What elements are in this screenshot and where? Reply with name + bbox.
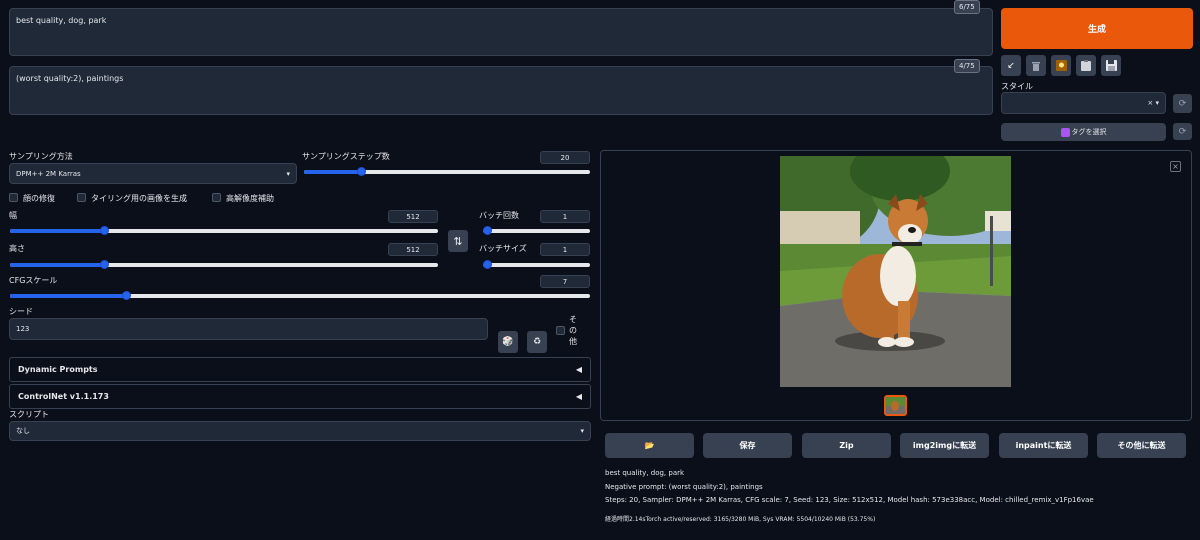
generate-button[interactable]: 生成 bbox=[1001, 8, 1193, 49]
dynamic-prompts-accordion[interactable]: Dynamic Prompts ◀ bbox=[9, 357, 591, 382]
sampling-method-label: サンプリング方法 bbox=[9, 152, 73, 161]
refresh-tags-icon[interactable]: ⟳ bbox=[1173, 123, 1192, 140]
sampling-method-value: DPM++ 2M Karras bbox=[16, 169, 81, 178]
prompt-text: best quality, dog, park bbox=[16, 16, 107, 25]
swap-dimensions-button[interactable]: ⇅ bbox=[448, 230, 468, 252]
cfg-slider-thumb[interactable] bbox=[122, 291, 131, 300]
style-select[interactable]: × ▾ bbox=[1001, 92, 1166, 114]
chevron-down-icon: ▾ bbox=[286, 169, 290, 178]
width-label: 幅 bbox=[9, 211, 17, 220]
send-to-inpaint-button[interactable]: inpaintに転送 bbox=[999, 433, 1088, 458]
generated-image[interactable] bbox=[780, 156, 1011, 387]
width-slider-fill bbox=[10, 229, 105, 233]
restore-faces-checkbox[interactable] bbox=[9, 193, 18, 202]
generation-info-timing: 経過時間2.14sTorch active/reserved: 3165/328… bbox=[605, 516, 876, 523]
open-folder-button[interactable]: 📂 bbox=[605, 433, 694, 458]
tiling-checkbox[interactable] bbox=[77, 193, 86, 202]
zip-button[interactable]: Zip bbox=[802, 433, 891, 458]
tiling-label: タイリング用の画像を生成 bbox=[91, 194, 187, 203]
batch-count-input[interactable]: 1 bbox=[540, 210, 590, 223]
steps-slider-thumb[interactable] bbox=[357, 167, 367, 176]
script-select[interactable]: なし ▾ bbox=[9, 421, 591, 441]
close-icon[interactable]: × bbox=[1170, 161, 1181, 172]
script-label: スクリプト bbox=[9, 410, 49, 419]
style-controls: × ▾ bbox=[1147, 99, 1159, 107]
seed-label: シード bbox=[9, 307, 33, 316]
width-input[interactable]: 512 bbox=[388, 210, 438, 223]
arrow-down-left-icon[interactable]: ↙ bbox=[1001, 55, 1021, 76]
negative-prompt-text: (worst quality:2), paintings bbox=[16, 74, 124, 83]
dice-icon[interactable]: 🎲 bbox=[498, 331, 518, 353]
style-label: スタイル bbox=[1001, 82, 1033, 91]
collapse-arrow-icon: ◀ bbox=[575, 392, 582, 401]
cfg-input[interactable]: 7 bbox=[540, 275, 590, 288]
generation-info-negative: Negative prompt: (worst quality:2), pain… bbox=[605, 483, 763, 491]
cfg-label: CFGスケール bbox=[9, 276, 58, 285]
steps-label: サンプリングステップ数 bbox=[302, 152, 390, 161]
height-slider-thumb[interactable] bbox=[100, 260, 110, 269]
seed-input[interactable]: 123 bbox=[9, 318, 488, 340]
controlnet-accordion[interactable]: ControlNet v1.1.173 ◀ bbox=[9, 384, 591, 409]
sampling-method-select[interactable]: DPM++ 2M Karras ▾ bbox=[9, 163, 297, 184]
batch-count-label: バッチ回数 bbox=[479, 211, 519, 220]
script-value: なし bbox=[16, 427, 30, 435]
batch-count-slider-thumb[interactable] bbox=[483, 226, 492, 235]
restore-faces-label: 顔の修復 bbox=[23, 194, 55, 203]
chevron-down-icon: ▾ bbox=[580, 427, 584, 435]
seed-extra-checkbox[interactable] bbox=[556, 326, 565, 335]
width-slider-thumb[interactable] bbox=[100, 226, 110, 235]
steps-slider[interactable] bbox=[304, 167, 590, 176]
negative-prompt-token-counter: 4/75 bbox=[954, 59, 980, 73]
generation-info-prompt: best quality, dog, park bbox=[605, 469, 685, 477]
height-label: 高さ bbox=[9, 244, 25, 253]
gallery-thumbnail[interactable] bbox=[884, 395, 907, 416]
send-to-img2img-button[interactable]: img2imgに転送 bbox=[900, 433, 989, 458]
negative-prompt-textarea[interactable]: (worst quality:2), paintings bbox=[9, 66, 993, 115]
save-button[interactable]: 保存 bbox=[703, 433, 792, 458]
trash-icon[interactable] bbox=[1026, 55, 1046, 76]
batch-size-slider-thumb[interactable] bbox=[483, 260, 492, 269]
recycle-icon[interactable]: ♻ bbox=[527, 331, 547, 353]
batch-count-slider[interactable] bbox=[483, 226, 590, 235]
controlnet-title: ControlNet v1.1.173 bbox=[18, 392, 109, 401]
floppy-icon[interactable] bbox=[1101, 55, 1121, 76]
height-slider[interactable] bbox=[10, 260, 438, 269]
clear-icon[interactable]: × bbox=[1147, 99, 1153, 107]
cfg-slider-fill bbox=[10, 294, 126, 298]
batch-size-slider[interactable] bbox=[483, 260, 590, 269]
steps-input[interactable]: 20 bbox=[540, 151, 590, 164]
chevron-down-icon[interactable]: ▾ bbox=[1155, 99, 1159, 107]
height-slider-fill bbox=[10, 263, 105, 267]
clipboard-icon[interactable] bbox=[1076, 55, 1096, 76]
tag-select-button[interactable]: タグを選択 bbox=[1001, 123, 1166, 141]
tag-select-label: タグを選択 bbox=[1071, 128, 1107, 136]
height-input[interactable]: 512 bbox=[388, 243, 438, 256]
tag-icon bbox=[1060, 127, 1070, 137]
batch-size-input[interactable]: 1 bbox=[540, 243, 590, 256]
folder-icon: 📂 bbox=[644, 441, 655, 450]
batch-size-label: バッチサイズ bbox=[479, 244, 527, 253]
prompt-textarea[interactable]: best quality, dog, park bbox=[9, 8, 993, 56]
cfg-slider[interactable] bbox=[10, 291, 590, 300]
width-slider[interactable] bbox=[10, 226, 438, 235]
hires-checkbox[interactable] bbox=[212, 193, 221, 202]
send-to-other-button[interactable]: その他に転送 bbox=[1097, 433, 1186, 458]
generation-info-params: Steps: 20, Sampler: DPM++ 2M Karras, CFG… bbox=[605, 496, 1094, 504]
hires-label: 高解像度補助 bbox=[226, 194, 274, 203]
steps-slider-fill bbox=[304, 170, 362, 174]
seed-value: 123 bbox=[16, 325, 30, 333]
refresh-styles-icon[interactable]: ⟳ bbox=[1173, 94, 1192, 113]
prompt-token-counter: 6/75 bbox=[954, 0, 980, 14]
picture-icon[interactable] bbox=[1051, 55, 1071, 76]
seed-extra-label: その他 bbox=[569, 315, 577, 346]
collapse-arrow-icon: ◀ bbox=[575, 365, 582, 374]
dynamic-prompts-title: Dynamic Prompts bbox=[18, 365, 98, 374]
